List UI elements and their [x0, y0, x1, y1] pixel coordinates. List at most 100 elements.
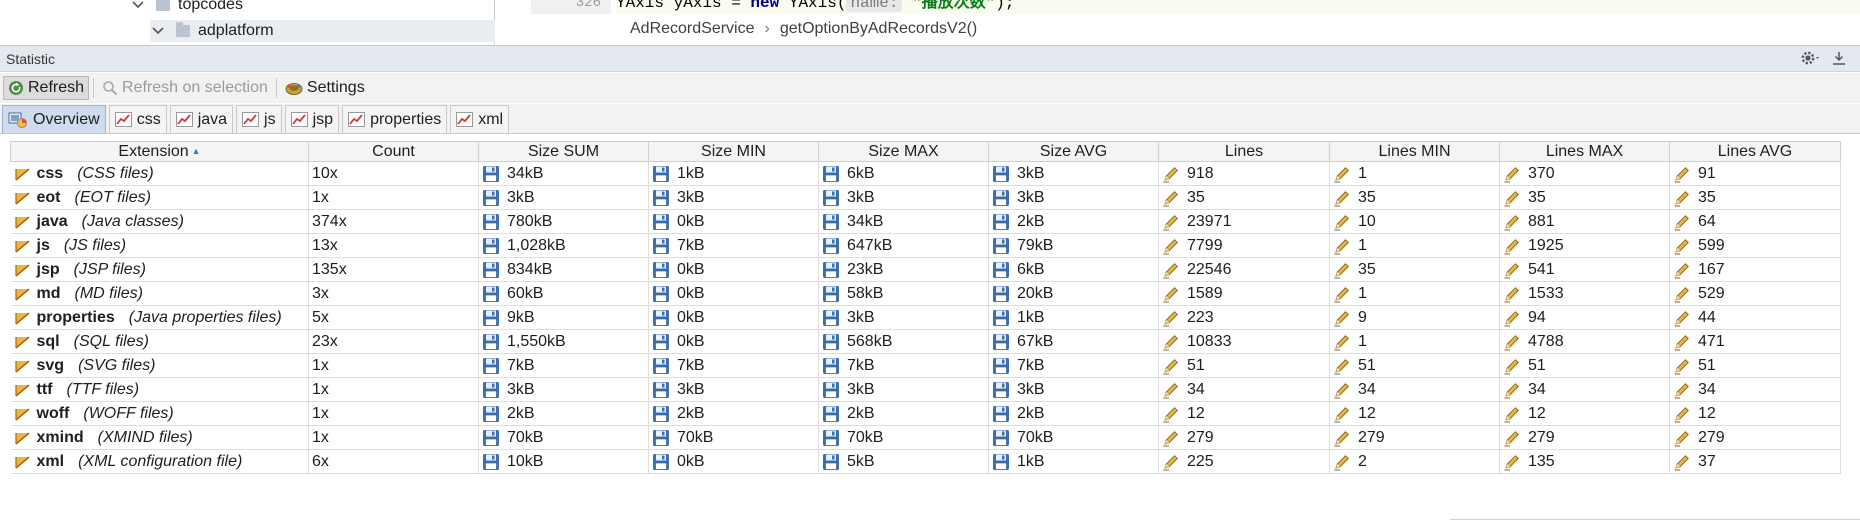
cell-lines-min[interactable]: 1 [1329, 161, 1500, 186]
cell-lines-max[interactable]: 34 [1499, 377, 1670, 402]
table-row[interactable]: md (MD files) 3x 60kB 0kB 58kB 20kB 1589 1 1533 52… [10, 281, 1841, 306]
tree-item-adplatform[interactable]: adplatform [150, 20, 495, 42]
cell-lines[interactable]: 23971 [1158, 209, 1330, 234]
cell-size-avg[interactable]: 1kB [988, 305, 1159, 330]
cell-count[interactable]: 374x [308, 209, 479, 234]
column-header-lines-avg[interactable]: Lines AVG [1669, 141, 1841, 162]
cell-size-min[interactable]: 0kB [648, 257, 819, 282]
table-row[interactable]: sql (SQL files) 23x 1,550kB 0kB 568kB 67kB 1083… [10, 329, 1841, 354]
cell-size-min[interactable]: 3kB [648, 377, 819, 402]
cell-count[interactable]: 1x [308, 353, 479, 378]
cell-size-max[interactable]: 6kB [818, 161, 989, 186]
cell-size-max[interactable]: 58kB [818, 281, 989, 306]
cell-lines-avg[interactable]: 35 [1669, 185, 1841, 210]
cell-size-avg[interactable]: 70kB [988, 425, 1159, 450]
cell-extension[interactable]: md (MD files) [10, 281, 309, 306]
cell-size-sum[interactable]: 34kB [478, 161, 649, 186]
cell-lines-min[interactable]: 34 [1329, 377, 1500, 402]
column-header-size-avg[interactable]: Size AVG [988, 141, 1159, 162]
cell-lines-max[interactable]: 94 [1499, 305, 1670, 330]
column-header-lines-min[interactable]: Lines MIN [1329, 141, 1500, 162]
column-header-lines[interactable]: Lines [1158, 141, 1330, 162]
cell-count[interactable]: 3x [308, 281, 479, 306]
cell-lines-avg[interactable]: 12 [1669, 401, 1841, 426]
cell-size-avg[interactable]: 79kB [988, 233, 1159, 258]
cell-size-sum[interactable]: 780kB [478, 209, 649, 234]
cell-lines[interactable]: 7799 [1158, 233, 1330, 258]
cell-size-max[interactable]: 34kB [818, 209, 989, 234]
cell-extension[interactable]: xmind (XMIND files) [10, 425, 309, 450]
table-row[interactable]: js (JS files) 13x 1,028kB 7kB 647kB 79kB 7799 1 1… [10, 233, 1841, 258]
cell-size-max[interactable]: 23kB [818, 257, 989, 282]
cell-count[interactable]: 1x [308, 377, 479, 402]
cell-size-max[interactable]: 568kB [818, 329, 989, 354]
tab-css[interactable]: css [108, 105, 167, 133]
cell-size-min[interactable]: 1kB [648, 161, 819, 186]
refresh-on-selection-button[interactable]: Refresh on selection [98, 76, 272, 100]
cell-size-min[interactable]: 2kB [648, 401, 819, 426]
cell-lines-avg[interactable]: 51 [1669, 353, 1841, 378]
cell-lines-min[interactable]: 9 [1329, 305, 1500, 330]
cell-size-sum[interactable]: 10kB [478, 449, 649, 474]
cell-lines-max[interactable]: 12 [1499, 401, 1670, 426]
tree-item-topcodes[interactable]: topcodes [130, 0, 243, 16]
cell-count[interactable]: 23x [308, 329, 479, 354]
cell-size-min[interactable]: 3kB [648, 185, 819, 210]
tab-properties[interactable]: properties [342, 105, 448, 133]
cell-size-max[interactable]: 7kB [818, 353, 989, 378]
cell-lines[interactable]: 51 [1158, 353, 1330, 378]
cell-count[interactable]: 1x [308, 425, 479, 450]
cell-lines[interactable]: 12 [1158, 401, 1330, 426]
cell-count[interactable]: 10x [308, 161, 479, 186]
column-header-size-sum[interactable]: Size SUM [478, 141, 649, 162]
cell-extension[interactable]: woff (WOFF files) [10, 401, 309, 426]
cell-size-avg[interactable]: 3kB [988, 185, 1159, 210]
cell-lines[interactable]: 34 [1158, 377, 1330, 402]
table-row[interactable]: xmind (XMIND files) 1x 70kB 70kB 70kB 70kB 279 2… [10, 425, 1841, 450]
cell-lines-min[interactable]: 10 [1329, 209, 1500, 234]
cell-size-sum[interactable]: 834kB [478, 257, 649, 282]
table-row[interactable]: jsp (JSP files) 135x 834kB 0kB 23kB 6kB 22546 35… [10, 257, 1841, 282]
cell-extension[interactable]: js (JS files) [10, 233, 309, 258]
cell-size-avg[interactable]: 1kB [988, 449, 1159, 474]
breadcrumb-item-method[interactable]: getOptionByAdRecordsV2() [780, 20, 977, 38]
hide-icon[interactable] [1832, 50, 1846, 71]
cell-size-min[interactable]: 0kB [648, 449, 819, 474]
cell-extension[interactable]: java (Java classes) [10, 209, 309, 234]
cell-lines-max[interactable]: 541 [1499, 257, 1670, 282]
cell-lines-min[interactable]: 35 [1329, 257, 1500, 282]
cell-size-max[interactable]: 647kB [818, 233, 989, 258]
cell-lines-min[interactable]: 35 [1329, 185, 1500, 210]
cell-lines-avg[interactable]: 279 [1669, 425, 1841, 450]
cell-size-max[interactable]: 70kB [818, 425, 989, 450]
tab-xml[interactable]: xml [450, 105, 510, 133]
cell-size-sum[interactable]: 3kB [478, 185, 649, 210]
cell-extension[interactable]: svg (SVG files) [10, 353, 309, 378]
cell-extension[interactable]: jsp (JSP files) [10, 257, 309, 282]
cell-lines-avg[interactable]: 471 [1669, 329, 1841, 354]
table-row[interactable]: svg (SVG files) 1x 7kB 7kB 7kB 7kB 51 51 51 51 [10, 353, 1841, 378]
cell-count[interactable]: 1x [308, 185, 479, 210]
cell-extension[interactable]: xml (XML configuration file) [10, 449, 309, 474]
cell-size-max[interactable]: 3kB [818, 185, 989, 210]
cell-size-sum[interactable]: 70kB [478, 425, 649, 450]
cell-lines-min[interactable]: 1 [1329, 281, 1500, 306]
cell-lines-avg[interactable]: 34 [1669, 377, 1841, 402]
cell-size-max[interactable]: 3kB [818, 377, 989, 402]
cell-lines[interactable]: 1589 [1158, 281, 1330, 306]
cell-count[interactable]: 5x [308, 305, 479, 330]
cell-lines-avg[interactable]: 64 [1669, 209, 1841, 234]
cell-size-max[interactable]: 5kB [818, 449, 989, 474]
code-editor[interactable]: 326 YAxis yAxis = new YAxis(name: "播放次数"… [531, 0, 1860, 44]
cell-lines-max[interactable]: 51 [1499, 353, 1670, 378]
column-header-size-max[interactable]: Size MAX [818, 141, 989, 162]
cell-lines-avg[interactable]: 37 [1669, 449, 1841, 474]
cell-lines-min[interactable]: 51 [1329, 353, 1500, 378]
cell-lines[interactable]: 225 [1158, 449, 1330, 474]
cell-extension[interactable]: sql (SQL files) [10, 329, 309, 354]
cell-lines-max[interactable]: 135 [1499, 449, 1670, 474]
cell-count[interactable]: 135x [308, 257, 479, 282]
cell-size-min[interactable]: 0kB [648, 329, 819, 354]
cell-lines-min[interactable]: 1 [1329, 329, 1500, 354]
cell-size-min[interactable]: 7kB [648, 233, 819, 258]
